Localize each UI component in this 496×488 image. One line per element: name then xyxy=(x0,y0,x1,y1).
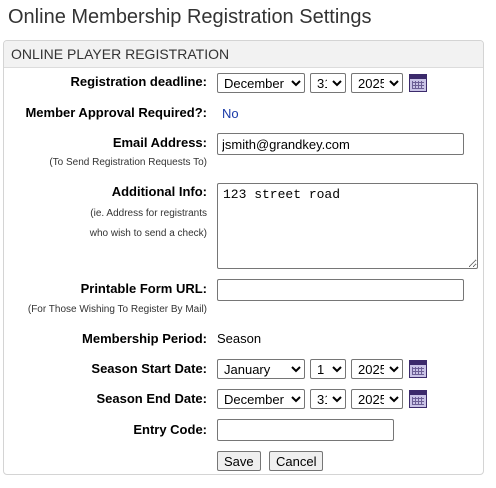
deadline-day-select[interactable]: 31 xyxy=(310,73,346,93)
email-sublabel: (To Send Registration Requests To) xyxy=(49,157,207,168)
deadline-year-select[interactable]: 2025 xyxy=(351,73,403,93)
page-title: Online Membership Registration Settings xyxy=(8,6,372,28)
season-end-calendar-icon[interactable] xyxy=(409,390,427,408)
form-url-input[interactable] xyxy=(217,279,464,301)
cancel-button[interactable]: Cancel xyxy=(269,451,324,471)
membership-period-value: Season xyxy=(217,331,262,346)
season-start-year-select[interactable]: 2025 xyxy=(351,359,403,379)
section-header: ONLINE PLAYER REGISTRATION xyxy=(4,41,483,68)
membership-period-label: Membership Period: xyxy=(82,331,207,346)
additional-info-label: Additional Info: xyxy=(111,184,207,199)
additional-info-sublabel-2: who wish to send a check) xyxy=(89,228,207,239)
additional-info-textarea[interactable]: 123 street road xyxy=(217,183,478,269)
deadline-month-select[interactable]: December xyxy=(217,73,305,93)
form-url-label: Printable Form URL: xyxy=(80,281,207,296)
season-start-month-select[interactable]: January xyxy=(217,359,305,379)
season-end-day-select[interactable]: 31 xyxy=(310,389,346,409)
member-approval-value: No xyxy=(222,106,239,121)
season-end-year-select[interactable]: 2025 xyxy=(351,389,403,409)
email-label: Email Address: xyxy=(112,135,207,150)
season-start-calendar-icon[interactable] xyxy=(409,360,427,378)
save-button[interactable]: Save xyxy=(217,451,261,471)
season-end-label: Season End Date: xyxy=(96,391,207,406)
registration-deadline-label: Registration deadline: xyxy=(70,74,207,89)
member-approval-label: Member Approval Required?: xyxy=(25,105,207,120)
season-end-month-select[interactable]: December xyxy=(217,389,305,409)
deadline-calendar-icon[interactable] xyxy=(409,74,427,92)
email-input[interactable] xyxy=(217,133,464,155)
entry-code-input[interactable] xyxy=(217,419,394,441)
additional-info-sublabel-1: (ie. Address for registrants xyxy=(90,208,207,219)
season-start-day-select[interactable]: 1 xyxy=(310,359,346,379)
season-start-label: Season Start Date: xyxy=(91,361,207,376)
entry-code-label: Entry Code: xyxy=(133,422,207,437)
form-url-sublabel: (For Those Wishing To Register By Mail) xyxy=(27,304,207,315)
